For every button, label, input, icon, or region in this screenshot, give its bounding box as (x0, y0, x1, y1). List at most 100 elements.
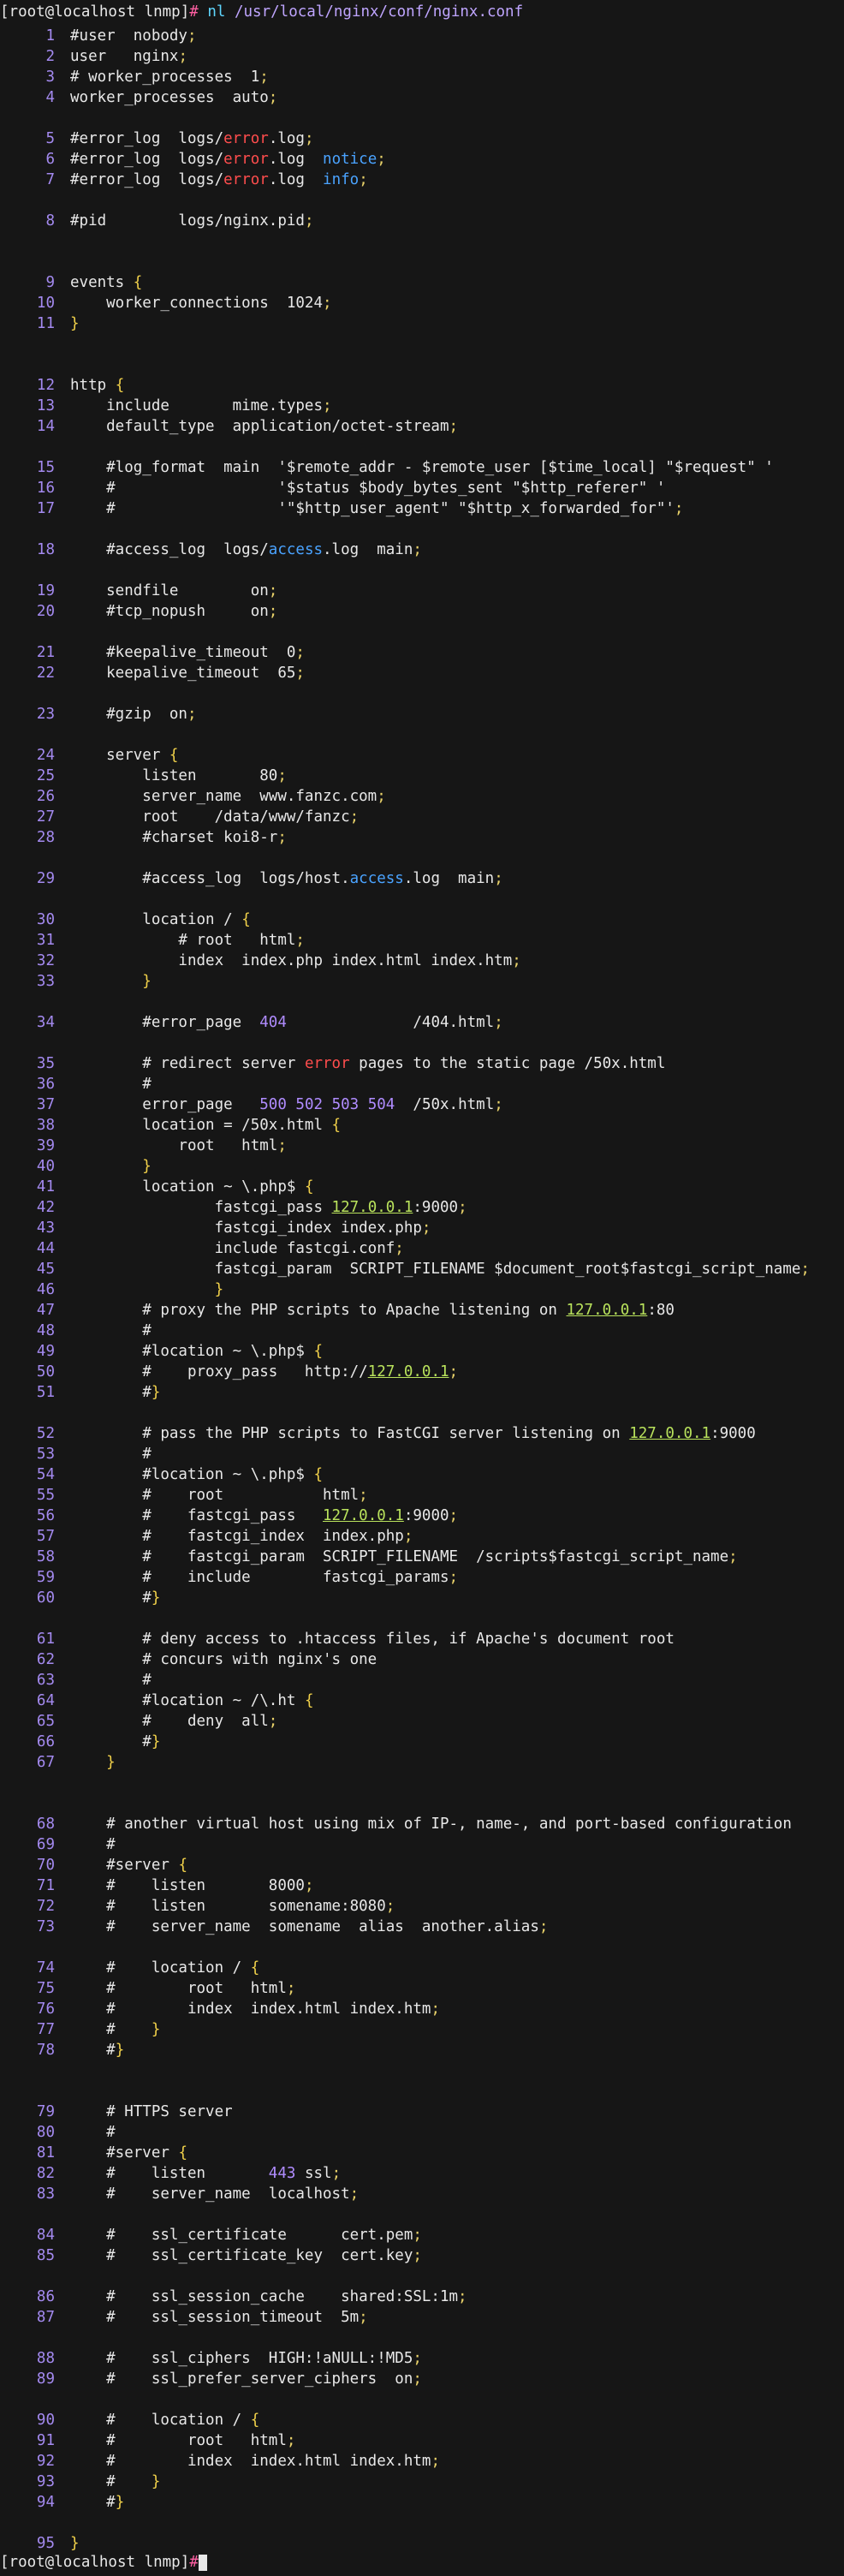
line-text: # location / { (70, 1959, 260, 1977)
line-text: # '$status $body_bytes_sent "$http_refer… (70, 480, 666, 497)
line-number: 6 (45, 151, 55, 168)
code-line: 55 # root html; (0, 1485, 368, 1506)
terminal-window[interactable]: [root@localhost lnmp]# nl /usr/local/ngi… (0, 0, 844, 2576)
line-text: #error_page 404 /404.html; (70, 1014, 503, 1031)
code-line: 68 # another virtual host using mix of I… (0, 1814, 792, 1834)
line-number: 72 (36, 1898, 55, 1915)
code-line: 2 user nginx; (0, 46, 187, 67)
line-number: 87 (36, 2309, 55, 2326)
line-text: # include fastcgi_params; (70, 1569, 459, 1586)
shell-prompt: [root@localhost lnmp] (0, 2554, 190, 2571)
shell-prompt-line[interactable]: [root@localhost lnmp]# (0, 2552, 207, 2573)
line-number: 92 (36, 2453, 55, 2470)
line-text: location ~ \.php$ { (70, 1178, 314, 1196)
line-number: 41 (36, 1178, 55, 1196)
line-text: } (70, 2535, 80, 2552)
code-line: 37 error_page 500 502 503 504 /50x.html; (0, 1094, 503, 1115)
code-line: 89 # ssl_prefer_server_ciphers on; (0, 2369, 422, 2389)
code-line: 56 # fastcgi_pass 127.0.0.1:9000; (0, 1506, 458, 1526)
line-number: 85 (36, 2247, 55, 2264)
line-text: # concurs with nginx's one (70, 1651, 377, 1668)
line-number: 26 (36, 788, 55, 805)
code-line: 6 #error_log logs/error.log notice; (0, 149, 385, 170)
line-number: 69 (36, 1836, 55, 1853)
code-line: 33 } (0, 971, 152, 992)
line-number: 49 (36, 1343, 55, 1360)
line-number: 42 (36, 1199, 55, 1216)
line-number: 11 (36, 315, 55, 332)
code-line: 38 location = /50x.html { (0, 1115, 341, 1136)
line-number: 64 (36, 1692, 55, 1709)
line-number: 18 (36, 541, 55, 558)
line-text: fastcgi_param SCRIPT_FILENAME $document_… (70, 1261, 810, 1278)
line-number: 94 (36, 2494, 55, 2511)
code-line: 66 #} (0, 1732, 160, 1752)
line-text: #location ~ \.php$ { (70, 1466, 324, 1483)
line-number: 14 (36, 418, 55, 435)
line-number: 70 (36, 1857, 55, 1874)
code-line: 90 # location / { (0, 2410, 259, 2430)
line-text: # '"$http_user_agent" "$http_x_forwarded… (70, 500, 684, 517)
line-number: 15 (36, 459, 55, 476)
line-number: 86 (36, 2288, 55, 2305)
code-line: 47 # proxy the PHP scripts to Apache lis… (0, 1300, 675, 1321)
line-number: 23 (36, 706, 55, 723)
command-line: [root@localhost lnmp]# nl /usr/local/ngi… (0, 2, 523, 22)
line-number: 89 (36, 2370, 55, 2388)
line-number: 44 (36, 1240, 55, 1257)
line-number: 25 (36, 767, 55, 784)
line-number: 17 (36, 500, 55, 517)
code-line: 12 http { (0, 375, 124, 396)
code-line: 28 #charset koi8-r; (0, 827, 287, 848)
line-text: server_name www.fanzc.com; (70, 788, 386, 805)
line-number: 63 (36, 1672, 55, 1689)
line-text: # (70, 1076, 152, 1093)
line-text: #access_log logs/host.access.log main; (70, 870, 503, 887)
line-text: # location / { (70, 2412, 260, 2429)
line-number: 30 (36, 911, 55, 928)
line-text: fastcgi_index index.php; (70, 1219, 431, 1237)
line-text: # ssl_prefer_server_ciphers on; (70, 2370, 422, 2388)
line-number: 1 (45, 27, 55, 45)
line-number: 5 (45, 130, 55, 147)
line-text: keepalive_timeout 65; (70, 665, 305, 682)
code-line: 42 fastcgi_pass 127.0.0.1:9000; (0, 1197, 467, 1218)
code-line: 36 # (0, 1074, 152, 1094)
line-number: 93 (36, 2473, 55, 2490)
line-text: root /data/www/fanzc; (70, 808, 360, 826)
line-text: # } (70, 2473, 161, 2490)
line-number: 48 (36, 1322, 55, 1339)
line-text: worker_processes auto; (70, 89, 278, 106)
line-text: #keepalive_timeout 0; (70, 644, 305, 661)
line-number: 58 (36, 1548, 55, 1565)
line-number: 73 (36, 1918, 55, 1935)
line-number: 33 (36, 973, 55, 990)
line-number: 91 (36, 2432, 55, 2449)
line-text: # } (70, 2021, 161, 2038)
line-number: 67 (36, 1754, 55, 1771)
line-number: 19 (36, 582, 55, 599)
code-line: 77 # } (0, 2019, 160, 2040)
line-text: index index.php index.html index.htm; (70, 952, 521, 969)
line-number: 77 (36, 2021, 55, 2038)
line-text: location = /50x.html { (70, 1117, 342, 1134)
line-number: 24 (36, 747, 55, 764)
line-text: # ssl_certificate_key cert.key; (70, 2247, 422, 2264)
code-line: 51 #} (0, 1382, 160, 1403)
text-cursor (198, 2554, 207, 2571)
line-text: # (70, 1446, 152, 1463)
line-number: 32 (36, 952, 55, 969)
line-number: 54 (36, 1466, 55, 1483)
line-text: } (70, 315, 80, 332)
code-line: 29 #access_log logs/host.access.log main… (0, 868, 503, 889)
line-number: 60 (36, 1589, 55, 1607)
code-line: 4 worker_processes auto; (0, 87, 277, 108)
line-number: 16 (36, 480, 55, 497)
line-text: #access_log logs/access.log main; (70, 541, 422, 558)
line-text: # index index.html index.htm; (70, 2001, 440, 2018)
line-text: # proxy_pass http://127.0.0.1; (70, 1363, 459, 1380)
line-number: 22 (36, 665, 55, 682)
code-line: 63 # (0, 1670, 152, 1690)
line-number: 21 (36, 644, 55, 661)
line-number: 9 (45, 274, 55, 291)
